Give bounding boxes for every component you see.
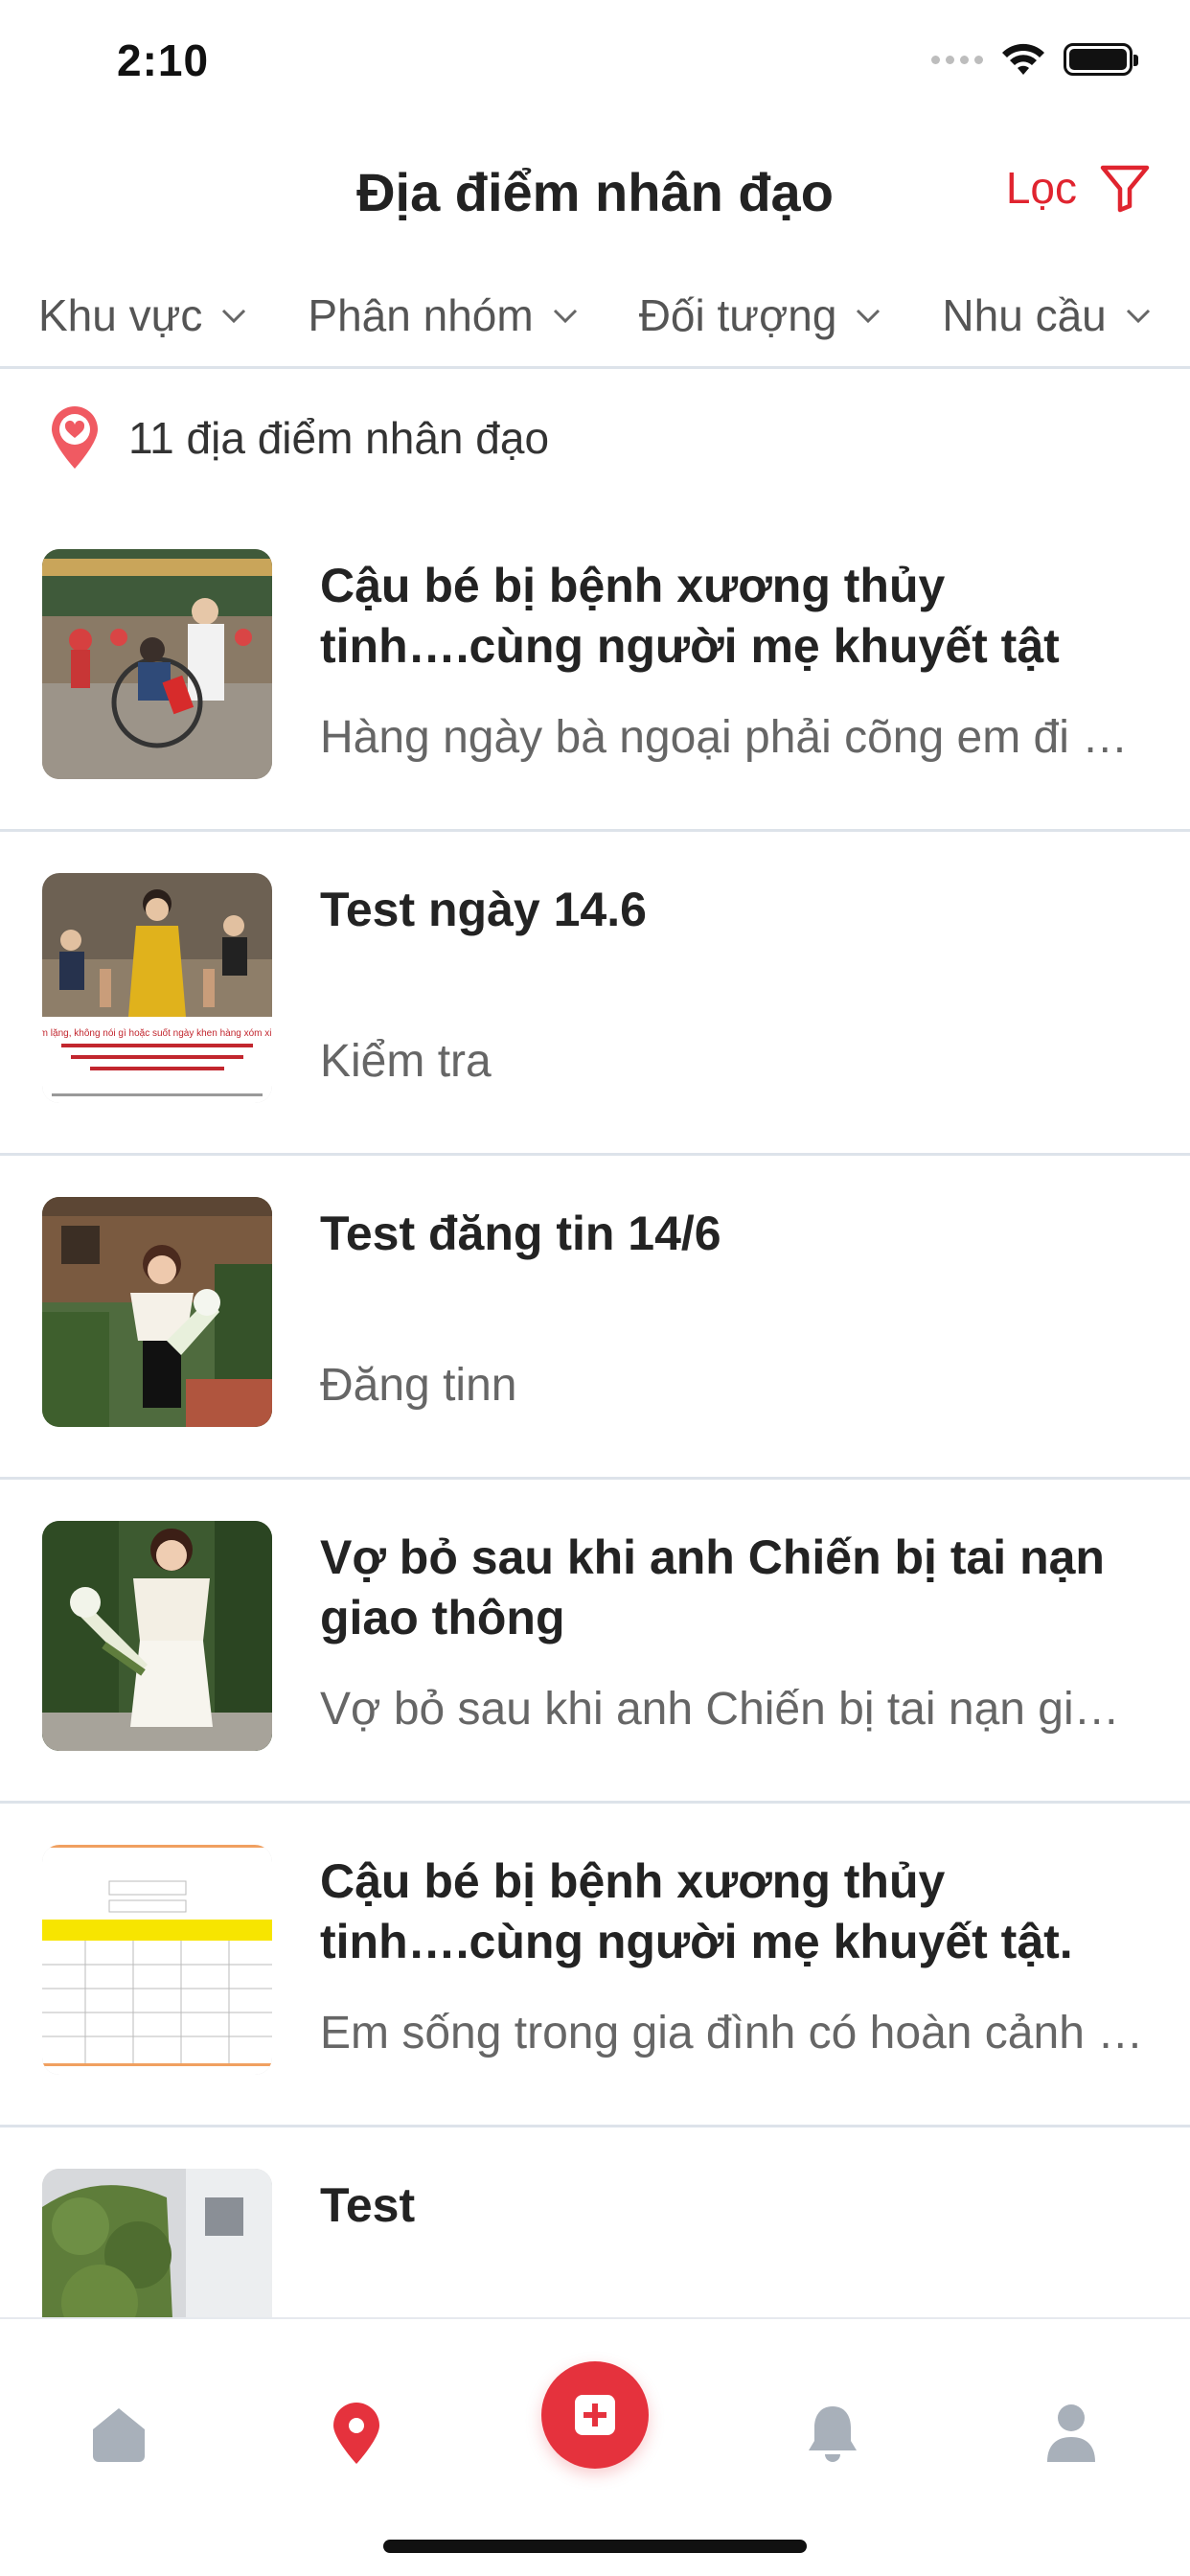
location-count: 11 địa điểm nhân đạo bbox=[0, 395, 1190, 481]
chevron-down-icon bbox=[1126, 309, 1150, 323]
plus-icon bbox=[575, 2395, 615, 2435]
list-item[interactable]: Test đăng tin 14/6 Đăng tinn bbox=[0, 1156, 1190, 1480]
item-description: Em sống trong gia đình có hoàn cảnh khó … bbox=[320, 2008, 1144, 2058]
nav-home[interactable] bbox=[61, 2377, 176, 2492]
item-title: Cậu bé bị bệnh xương thủy tinh….cùng ngư… bbox=[320, 1854, 1073, 1968]
nav-notifications[interactable] bbox=[775, 2377, 890, 2492]
nav-add[interactable] bbox=[538, 2358, 652, 2472]
chevron-down-icon bbox=[857, 309, 881, 323]
user-icon bbox=[1047, 2404, 1095, 2462]
filter-tab-region[interactable]: Khu vực bbox=[0, 289, 248, 341]
filter-tab-label: Đối tượng bbox=[638, 289, 837, 340]
home-icon bbox=[93, 2408, 145, 2462]
item-thumbnail bbox=[42, 2169, 272, 2319]
nav-map[interactable] bbox=[299, 2377, 414, 2492]
list-item[interactable]: Cậu bé bị bệnh xương thủy tinh….cùng ngư… bbox=[0, 508, 1190, 832]
add-button bbox=[541, 2361, 649, 2469]
chevron-down-icon bbox=[222, 309, 246, 323]
filter-tab-need[interactable]: Nhu cầu bbox=[894, 289, 1152, 341]
home-indicator bbox=[383, 2540, 807, 2553]
status-time: 2:10 bbox=[117, 35, 210, 85]
item-thumbnail bbox=[42, 1521, 272, 1751]
list-item[interactable]: Cậu bé bị bệnh xương thủy tinh….cùng ngư… bbox=[0, 1804, 1190, 2128]
filter-tabs: Khu vực Phân nhóm Đối tượng Nhu cầu bbox=[0, 264, 1190, 369]
item-title: Cậu bé bị bệnh xương thủy tinh….cùng ngư… bbox=[320, 559, 1060, 673]
item-description: Hàng ngày bà ngoại phải cõng em đi học bbox=[320, 712, 1144, 763]
bell-icon bbox=[809, 2406, 857, 2462]
item-title: Test ngày 14.6 bbox=[320, 883, 647, 936]
cellular-signal-icon bbox=[931, 55, 983, 64]
item-title: Vợ bỏ sau khi anh Chiến bị tai nạn giao … bbox=[320, 1530, 1105, 1644]
filter-tab-subject[interactable]: Đối tượng bbox=[591, 289, 883, 341]
filter-label: Lọc bbox=[1005, 163, 1077, 213]
status-bar: 2:10 bbox=[0, 0, 1190, 125]
item-thumbnail bbox=[42, 1197, 272, 1427]
header: Địa điểm nhân đạo Lọc bbox=[0, 144, 1190, 240]
item-thumbnail: Đại biểu Quốc hội: "Chồng đi làm về nhà … bbox=[42, 873, 272, 1103]
funnel-icon bbox=[1100, 165, 1150, 213]
list-item[interactable]: Đại biểu Quốc hội: "Chồng đi làm về nhà … bbox=[0, 832, 1190, 1156]
wifi-icon bbox=[1002, 43, 1044, 75]
item-thumbnail bbox=[42, 549, 272, 779]
count-text: 11 địa điểm nhân đạo bbox=[128, 413, 550, 463]
bottom-nav bbox=[0, 2317, 1190, 2576]
status-icons bbox=[931, 42, 1138, 77]
filter-tab-label: Phân nhóm bbox=[308, 289, 534, 340]
item-thumbnail bbox=[42, 1845, 272, 2075]
item-description: Kiểm tra bbox=[320, 1036, 492, 1087]
item-description: Vợ bỏ sau khi anh Chiến bị tai nạn giao … bbox=[320, 1684, 1144, 1735]
item-thumbnail-caption: Đại biểu Quốc hội: "Chồng đi làm về nhà … bbox=[42, 1027, 272, 1039]
list-item[interactable]: Test bbox=[0, 2128, 1190, 2319]
filter-tab-label: Nhu cầu bbox=[942, 289, 1107, 340]
location-list: Cậu bé bị bệnh xương thủy tinh….cùng ngư… bbox=[0, 508, 1190, 2319]
map-pin-icon bbox=[333, 2403, 379, 2464]
filter-tab-label: Khu vực bbox=[38, 289, 203, 340]
item-title: Test đăng tin 14/6 bbox=[320, 1207, 721, 1260]
battery-icon bbox=[1064, 43, 1138, 76]
list-item[interactable]: Vợ bỏ sau khi anh Chiến bị tai nạn giao … bbox=[0, 1480, 1190, 1804]
screen: 2:10 Địa điểm nhân đạo Lọc Khu vực Phân … bbox=[0, 0, 1190, 2576]
filter-button[interactable]: Lọc bbox=[1006, 161, 1152, 215]
filter-tab-group[interactable]: Phân nhóm bbox=[260, 289, 579, 341]
item-title: Test bbox=[320, 2178, 416, 2232]
item-description: Đăng tinn bbox=[320, 1360, 517, 1411]
chevron-down-icon bbox=[553, 309, 577, 323]
nav-profile[interactable] bbox=[1014, 2377, 1129, 2492]
heart-pin-icon bbox=[52, 406, 98, 469]
